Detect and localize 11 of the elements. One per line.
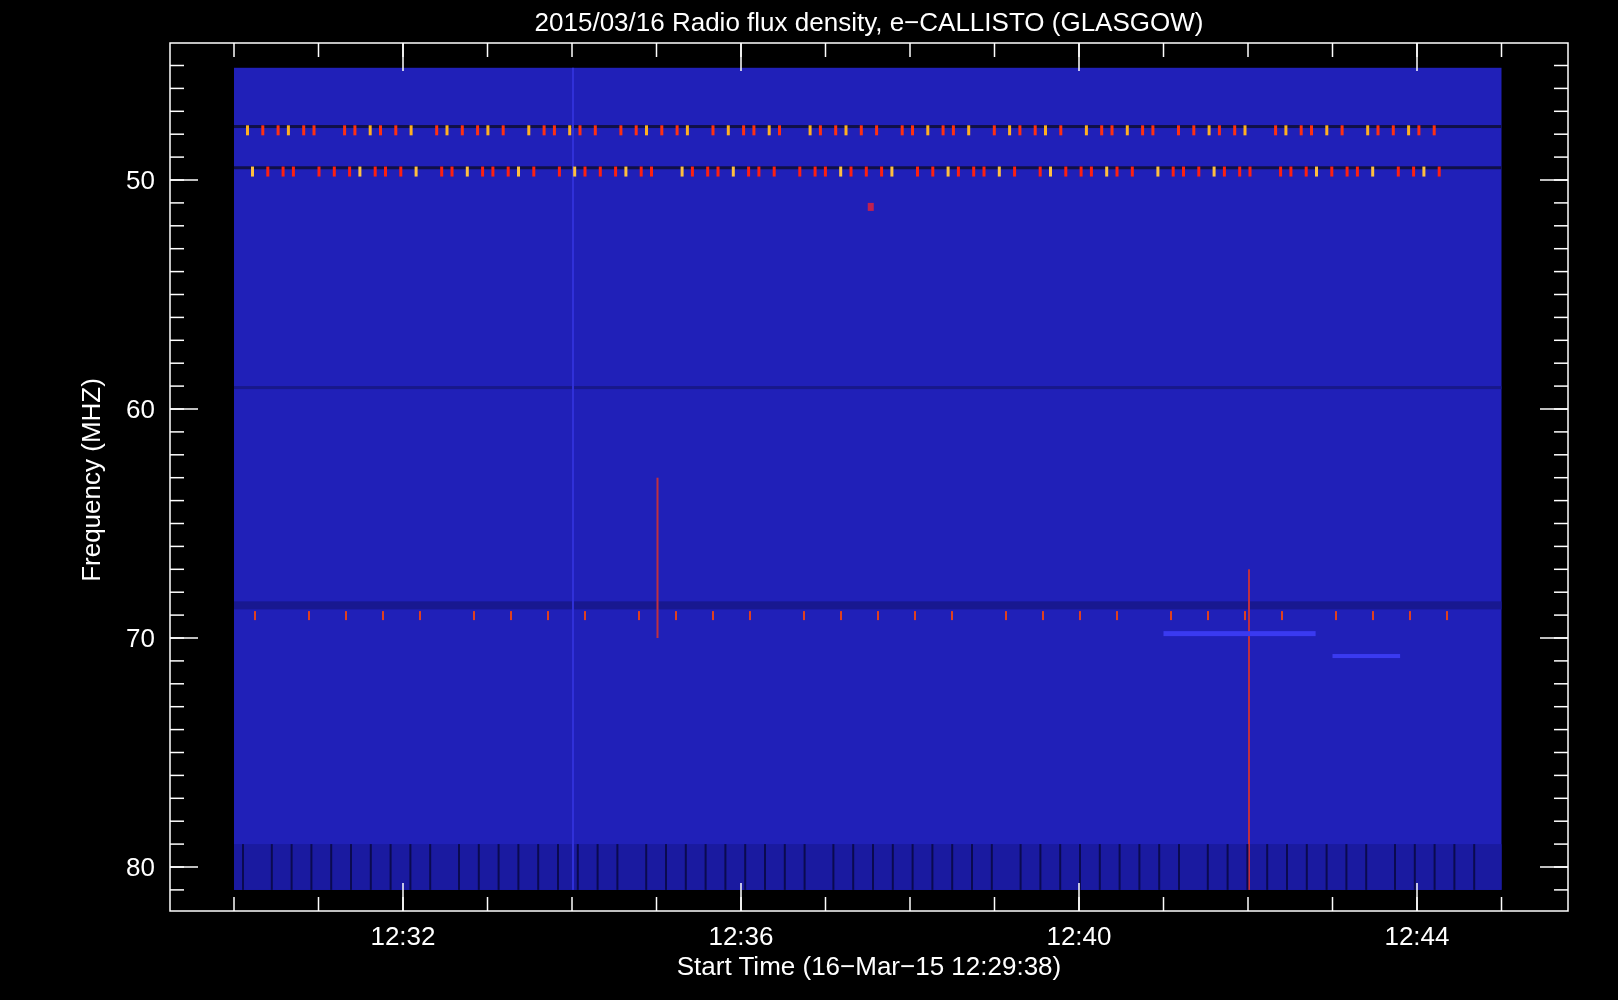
x-tick-label: 12:40 (1046, 921, 1112, 951)
y-tick-label: 70 (126, 623, 155, 653)
y-tick-label: 80 (126, 852, 155, 882)
y-tick-label: 50 (126, 165, 155, 195)
chart-title: 2015/03/16 Radio flux density, e−CALLISTO (GLASGOW) (534, 7, 1204, 37)
x-tick-label: 12:44 (1384, 921, 1450, 951)
y-tick-label: 60 (126, 394, 155, 424)
x-axis-label: Start Time (16−Mar−15 12:29:38) (676, 951, 1062, 981)
x-tick-label: 12:36 (708, 921, 774, 951)
x-tick-label: 12:32 (370, 921, 436, 951)
y-axis-label: Frequency (MHZ) (76, 378, 106, 582)
